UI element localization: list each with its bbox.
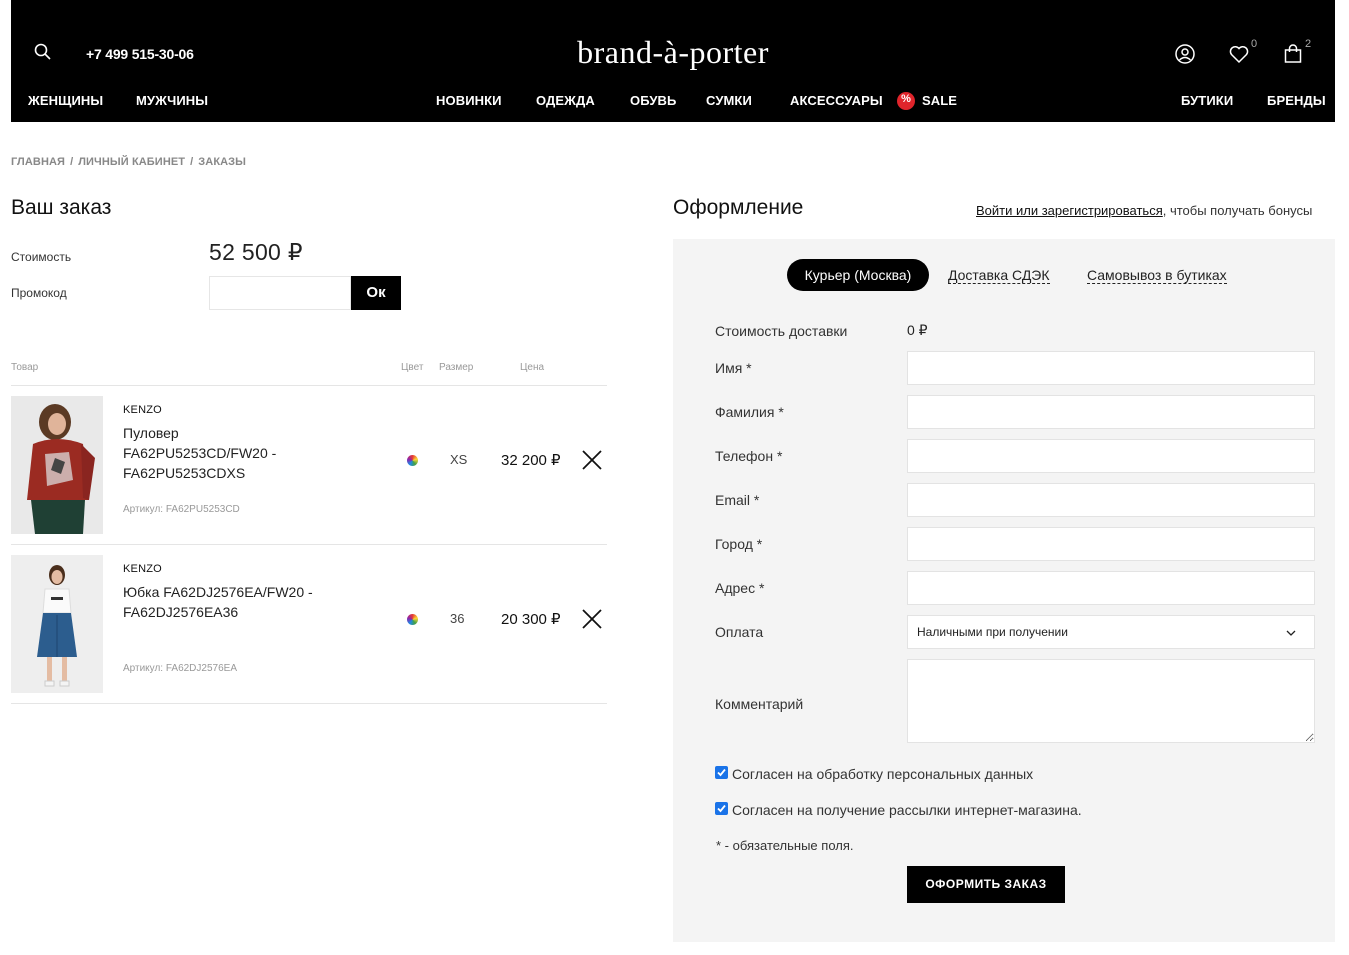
payment-label: Оплата: [715, 624, 764, 640]
nav-new[interactable]: НОВИНКИ: [436, 93, 502, 108]
first-name-label: Имя *: [715, 360, 752, 376]
login-prompt: Войти или зарегистрироваться, чтобы полу…: [976, 203, 1312, 218]
divider: [11, 385, 607, 386]
order-title: Ваш заказ: [11, 196, 112, 219]
col-price: Цена: [520, 362, 545, 373]
promo-apply-button[interactable]: Ок: [351, 276, 401, 310]
col-product: Товар: [11, 362, 39, 373]
remove-item-icon[interactable]: [581, 608, 603, 630]
col-color: Цвет: [401, 362, 424, 373]
order-cost-value: 52 500 ₽: [209, 239, 303, 265]
address-field[interactable]: [907, 571, 1315, 605]
color-swatch: [407, 614, 418, 625]
cart-count: 2: [1305, 38, 1312, 50]
payment-select[interactable]: Наличными при получении: [907, 615, 1315, 649]
site-logo[interactable]: brand-à-porter: [11, 34, 1335, 71]
place-order-button[interactable]: ОФОРМИТЬ ЗАКАЗ: [907, 866, 1065, 903]
breadcrumb: ГЛАВНАЯ / ЛИЧНЫЙ КАБИНЕТ / ЗАКАЗЫ: [11, 156, 247, 168]
sale-percent-icon: [897, 92, 915, 110]
product-image[interactable]: [11, 396, 103, 534]
site-header: +7 499 515-30-06 brand-à-porter 0 2 ЖЕНЩ…: [11, 0, 1335, 122]
nav-bags[interactable]: СУМКИ: [706, 93, 752, 108]
divider: [11, 703, 607, 704]
promo-input[interactable]: [209, 276, 351, 310]
nav-clothing[interactable]: ОДЕЖДА: [536, 93, 595, 108]
breadcrumb-orders: ЗАКАЗЫ: [198, 156, 247, 168]
city-field[interactable]: [907, 527, 1315, 561]
product-image[interactable]: [11, 555, 103, 693]
wishlist-icon[interactable]: [1228, 43, 1250, 65]
delivery-cost-value: 0 ₽: [907, 322, 928, 338]
col-size: Размер: [439, 362, 474, 373]
product-article: Артикул: FA62DJ2576EA: [123, 663, 237, 674]
nav-sale[interactable]: SALE: [922, 93, 957, 108]
product-name[interactable]: Юбка FA62DJ2576EA/FW20 - FA62DJ2576EA36: [123, 582, 313, 622]
nav-women[interactable]: ЖЕНЩИНЫ: [28, 93, 103, 108]
email-field[interactable]: [907, 483, 1315, 517]
product-article: Артикул: FA62PU5253CD: [123, 504, 240, 515]
order-cost-label: Стоимость: [11, 250, 72, 264]
product-brand: KENZO: [123, 404, 162, 416]
promo-label: Промокод: [11, 286, 67, 300]
last-name-field[interactable]: [907, 395, 1315, 429]
login-suffix: , чтобы получать бонусы: [1162, 203, 1313, 218]
product-size: XS: [450, 452, 468, 467]
phone-field[interactable]: [907, 439, 1315, 473]
product-size: 36: [450, 611, 465, 626]
product-brand: KENZO: [123, 563, 162, 575]
nav-boutiques[interactable]: БУТИКИ: [1181, 93, 1233, 108]
required-fields-note: * - обязательные поля.: [716, 838, 854, 853]
delivery-cost-label: Стоимость доставки: [715, 323, 848, 339]
chevron-down-icon: [1286, 630, 1296, 636]
color-swatch: [407, 455, 418, 466]
breadcrumb-account[interactable]: ЛИЧНЫЙ КАБИНЕТ: [78, 156, 185, 168]
first-name-field[interactable]: [907, 351, 1315, 385]
login-register-link[interactable]: Войти или зарегистрироваться: [976, 203, 1163, 218]
nav-accessories[interactable]: АКСЕССУАРЫ: [790, 93, 883, 108]
last-name-label: Фамилия *: [715, 404, 784, 420]
tab-cdek-delivery[interactable]: Доставка СДЭК: [948, 267, 1050, 284]
comment-field[interactable]: [907, 659, 1315, 743]
city-label: Город *: [715, 536, 763, 552]
nav-brands[interactable]: БРЕНДЫ: [1267, 93, 1326, 108]
nav-shoes[interactable]: ОБУВЬ: [630, 93, 676, 108]
cart-icon[interactable]: [1282, 43, 1304, 65]
account-icon[interactable]: [1174, 43, 1196, 65]
consent-newsletter-label[interactable]: Согласен на получение рассылки интернет-…: [732, 802, 1082, 818]
tab-boutique-pickup[interactable]: Самовывоз в бутиках: [1087, 267, 1227, 284]
email-label: Email *: [715, 492, 760, 508]
checkout-title: Оформление: [673, 196, 804, 219]
consent-personal-label[interactable]: Согласен на обработку персональных данны…: [732, 766, 1033, 782]
remove-item-icon[interactable]: [581, 449, 603, 471]
product-name[interactable]: Пуловер FA62PU5253CD/FW20 - FA62PU5253CD…: [123, 423, 313, 483]
consent-newsletter-checkbox[interactable]: [715, 802, 728, 815]
nav-men[interactable]: МУЖЧИНЫ: [136, 93, 208, 108]
payment-selected-value: Наличными при получении: [917, 625, 1068, 639]
product-price: 20 300 ₽: [501, 611, 561, 628]
breadcrumb-home[interactable]: ГЛАВНАЯ: [11, 156, 65, 168]
tab-courier-moscow[interactable]: Курьер (Москва): [787, 259, 929, 291]
divider: [11, 544, 607, 545]
comment-label: Комментарий: [715, 696, 804, 712]
address-label: Адрес *: [715, 580, 765, 596]
product-price: 32 200 ₽: [501, 452, 561, 469]
consent-personal-checkbox[interactable]: [715, 766, 728, 779]
phone-label: Телефон *: [715, 448, 783, 464]
wishlist-count: 0: [1251, 38, 1258, 50]
